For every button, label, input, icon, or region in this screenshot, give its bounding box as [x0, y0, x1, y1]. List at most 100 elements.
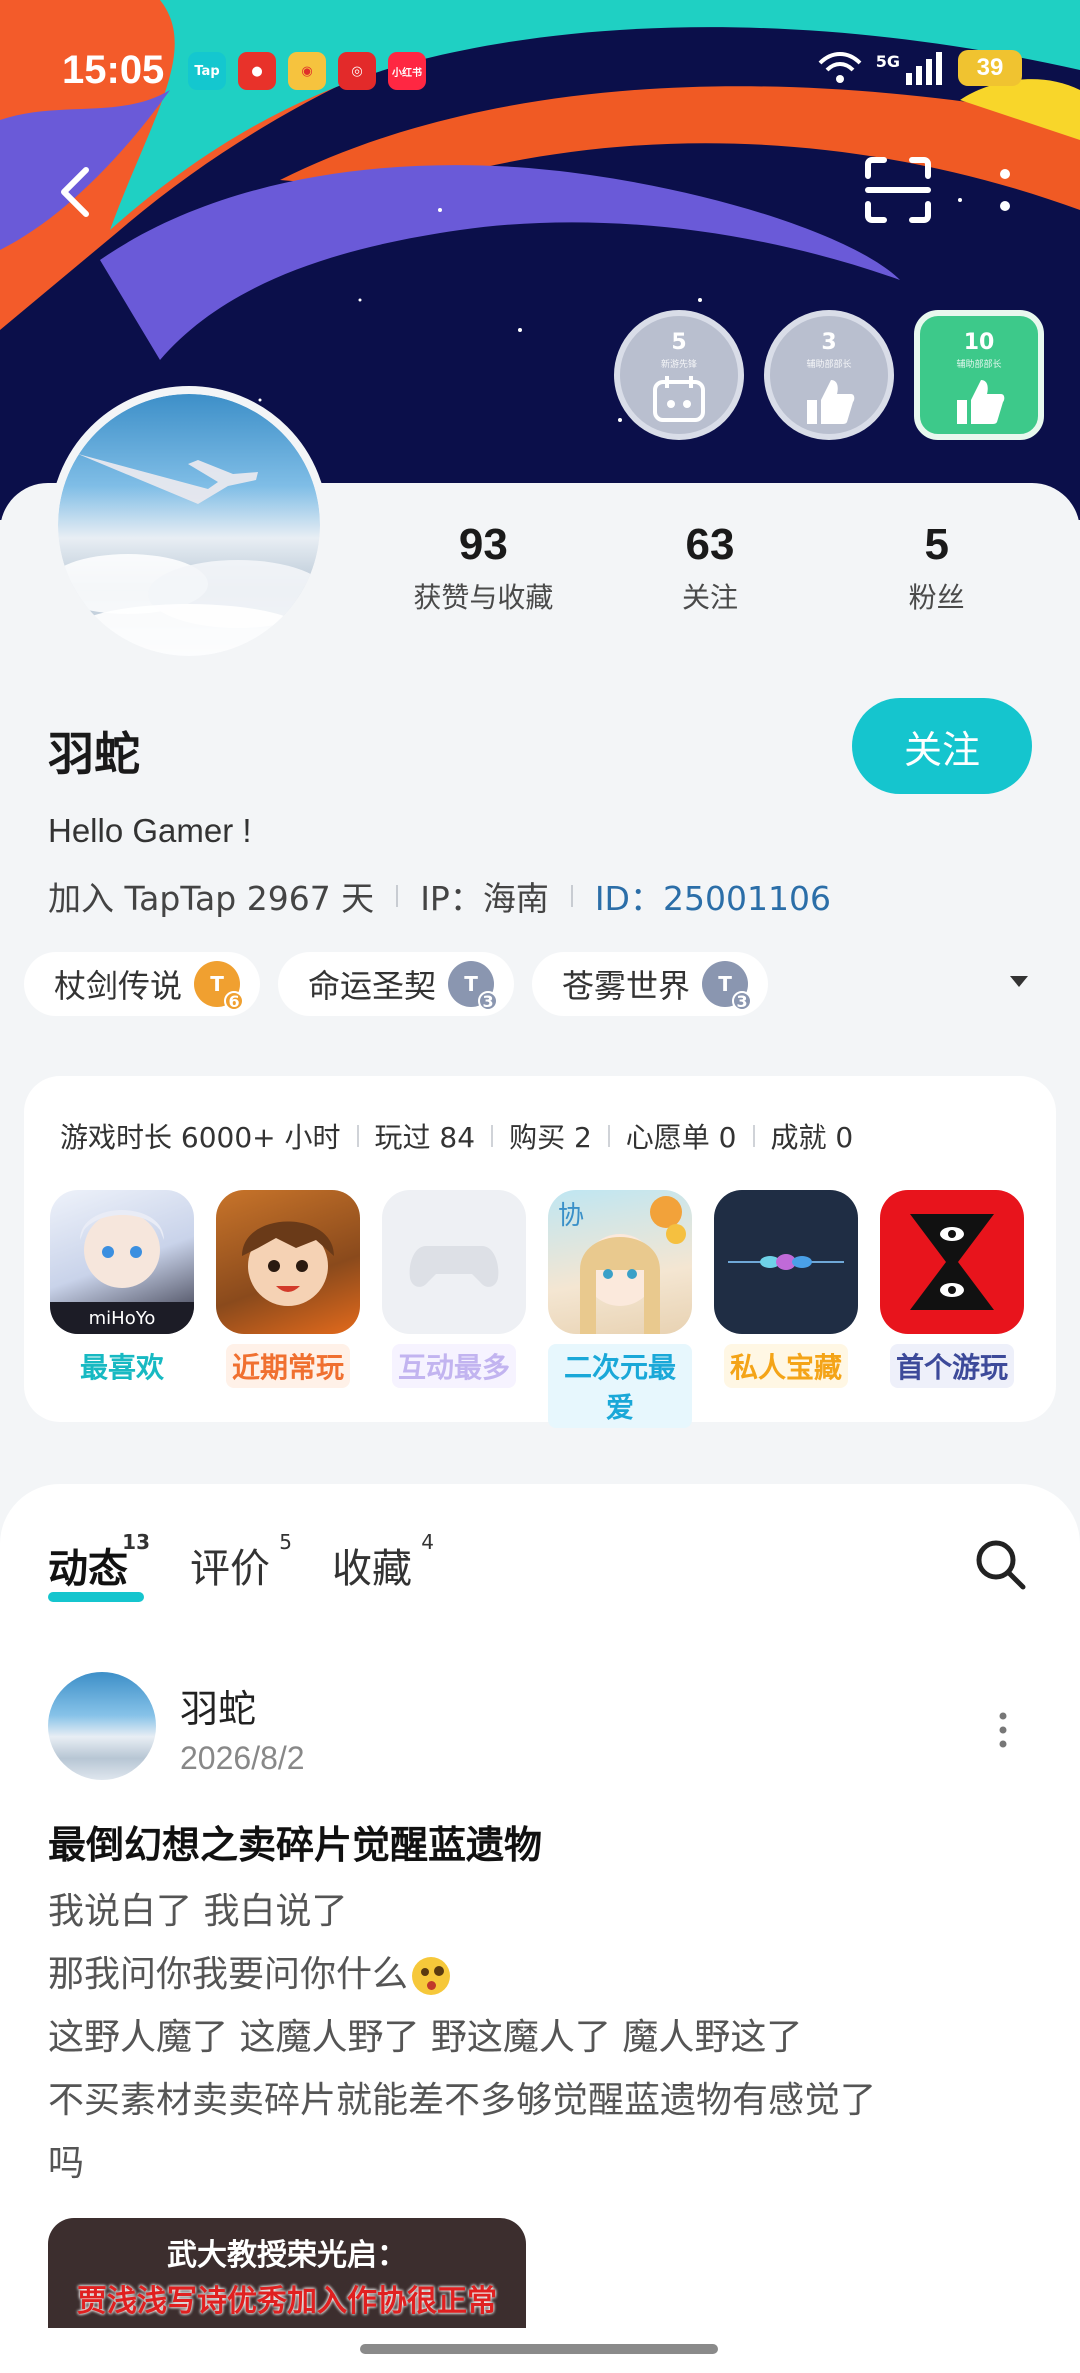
system-indicators: 5G 39: [818, 50, 1022, 86]
game-tag-acg: 二次元最爱: [548, 1344, 692, 1428]
game-icon: [382, 1190, 526, 1334]
more-icon[interactable]: [990, 156, 1020, 224]
search-icon[interactable]: [972, 1536, 1028, 1592]
stat-label: 获赞与收藏: [413, 581, 554, 614]
stat-value: 5: [924, 520, 949, 569]
stat-value: 93: [458, 520, 508, 569]
post-date: 2026/8/2: [180, 1740, 305, 1776]
game-icon: [216, 1190, 360, 1334]
game-tag[interactable]: 命运圣契 T3: [278, 952, 515, 1016]
game-tags: 杖剑传说 T6 命运圣契 T3 苍雾世界 T3: [24, 952, 769, 1016]
stat-followers[interactable]: 5 粉丝: [823, 520, 1050, 616]
ip-location: IP：海南: [420, 879, 549, 918]
game-recent[interactable]: 近期常玩: [216, 1190, 360, 1428]
divider: [570, 885, 573, 907]
badge-level: 3: [821, 330, 837, 355]
back-icon[interactable]: [48, 162, 108, 222]
game-favorite[interactable]: miHoYo 最喜欢: [50, 1190, 194, 1428]
divider: [396, 885, 399, 907]
tieba-icon: ●: [238, 52, 276, 90]
avatar-image: [58, 394, 320, 656]
anime-girl-icon: miHoYo: [50, 1210, 194, 1334]
game-hidden-gem[interactable]: 私人宝藏: [714, 1190, 858, 1428]
game-tag[interactable]: 杖剑传说 T6: [24, 952, 261, 1016]
playtime: 游戏时长 6000+ 小时: [60, 1121, 341, 1154]
feed-section: 动态 13 评价 5 收藏 4 羽蛇 2026/8/2 最倒幻想之卖碎片觉醒蓝遗物 我…: [0, 1484, 1080, 2373]
badge-label: 新游先锋: [660, 360, 697, 370]
game-interactive[interactable]: 互动最多: [382, 1190, 526, 1428]
game-stats-card[interactable]: 游戏时长 6000+ 小时 玩过 84 购买 2 心愿单 0 成就 0 miHo…: [24, 1076, 1056, 1428]
badge-helper-3[interactable]: 3 辅助部部长: [764, 310, 894, 440]
expand-tags-icon[interactable]: [1010, 976, 1028, 987]
stat-likes[interactable]: 93 获赞与收藏: [370, 520, 597, 616]
game-tag-recent: 近期常玩: [225, 1344, 350, 1388]
netease-music-icon: ◎: [338, 52, 376, 90]
taptap-icon: Tap: [188, 52, 226, 90]
hourglass-eyes-icon: [910, 1214, 994, 1310]
tab-label: 动态: [48, 1546, 128, 1592]
gamepad-icon: [409, 1246, 499, 1287]
svg-text:miHoYo: miHoYo: [89, 1308, 156, 1329]
surprised-emoji-icon: [412, 1957, 451, 1995]
game-tag-first: 首个游玩: [889, 1344, 1014, 1388]
tab-favorites[interactable]: 收藏 4: [332, 1530, 434, 1594]
game-tag-hidden-gem: 私人宝藏: [723, 1344, 848, 1388]
tab-count: 13: [122, 1530, 150, 1554]
svg-text:协: 协: [558, 1201, 584, 1231]
active-tab-indicator: [48, 1592, 144, 1602]
game-acg[interactable]: 协 二次元最爱: [548, 1190, 692, 1428]
tab-label: 评价: [190, 1546, 270, 1592]
level-number: 3: [478, 991, 499, 1011]
post-more-icon[interactable]: [996, 1710, 1010, 1750]
tab-reviews[interactable]: 评价 5: [190, 1530, 292, 1594]
airplane-icon: [58, 454, 320, 656]
played-count: 玩过 84: [374, 1121, 476, 1154]
anime-girl-flowers-icon: 协: [558, 1196, 686, 1334]
wishlist-count: 心愿单 0: [625, 1121, 737, 1154]
stat-following[interactable]: 63 关注: [597, 520, 824, 616]
calendar-gamepad-icon: [653, 376, 705, 422]
stat-value: 63: [685, 520, 735, 569]
status-bar: 15:05 Tap ● ◉ ◎ 小红书 5G 39: [0, 0, 1080, 140]
post-image-caption: 武大教授荣光启：: [167, 2238, 407, 2273]
purchased-count: 购买 2: [509, 1121, 592, 1154]
game-first[interactable]: 首个游玩: [880, 1190, 1024, 1428]
badge-label: 辅助部部长: [956, 360, 1002, 370]
user-id[interactable]: ID：25001106: [595, 872, 831, 920]
game-tag-favorite: 最喜欢: [73, 1344, 170, 1388]
thumbs-up-icon: [807, 380, 855, 424]
feed-tabs: 动态 13 评价 5 收藏 4: [48, 1530, 434, 1594]
game-icon: 协: [548, 1190, 692, 1334]
follow-button[interactable]: 关注: [852, 698, 1032, 794]
tab-posts[interactable]: 动态 13: [48, 1530, 150, 1594]
post-title[interactable]: 最倒幻想之卖碎片觉醒蓝遗物: [48, 1814, 542, 1869]
level-badge-icon: T3: [448, 961, 499, 1011]
profile-stats: 93 获赞与收藏 63 关注 5 粉丝: [370, 520, 1050, 616]
post-body[interactable]: 我说白了 我白说了 那我问你我要问你什么 这野人魔了 这魔人野了 野这魔人了 魔…: [48, 1880, 1038, 2195]
avatar[interactable]: [50, 386, 328, 664]
battery-indicator: 39: [958, 50, 1022, 86]
post-author-name[interactable]: 羽蛇: [180, 1678, 256, 1733]
stat-label: 关注: [682, 581, 739, 614]
game-tag-interactive: 互动最多: [391, 1344, 516, 1388]
anime-boy-icon: [242, 1221, 334, 1306]
game-tag[interactable]: 苍雾世界 T3: [532, 952, 769, 1016]
level-badge-icon: T3: [702, 961, 753, 1011]
badge-new-game-pioneer[interactable]: 5 新游先锋: [614, 310, 744, 440]
post-line: 这野人魔了 这魔人野了 野这魔人了 魔人野这了: [48, 2017, 803, 2058]
post-author-avatar[interactable]: [48, 1672, 156, 1780]
achievement-count: 成就 0: [770, 1121, 854, 1154]
divider: [607, 1125, 610, 1147]
profile-meta: 加入 TapTap 2967 天 IP：海南 ID：25001106: [48, 872, 831, 920]
badge-helper-10[interactable]: 10 辅助部部长: [914, 310, 1044, 440]
signal-icon: [906, 52, 942, 85]
achievement-badges: 5 新游先锋 3 辅助部部长 10 辅助部部长: [614, 310, 1044, 440]
stat-label: 粉丝: [908, 581, 965, 614]
post-image[interactable]: 武大教授荣光启： 贾浅浅写诗优秀加入作协很正常: [48, 2218, 526, 2328]
featured-games: miHoYo 最喜欢 近期常玩 互动最多 协 二次元最爱 私人宝藏 首个游玩: [50, 1190, 1024, 1428]
home-indicator[interactable]: [360, 2344, 718, 2354]
weibo-icon: ◉: [288, 52, 326, 90]
tab-count: 4: [421, 1530, 434, 1554]
tab-count: 5: [279, 1530, 292, 1554]
scan-icon[interactable]: [864, 156, 932, 224]
